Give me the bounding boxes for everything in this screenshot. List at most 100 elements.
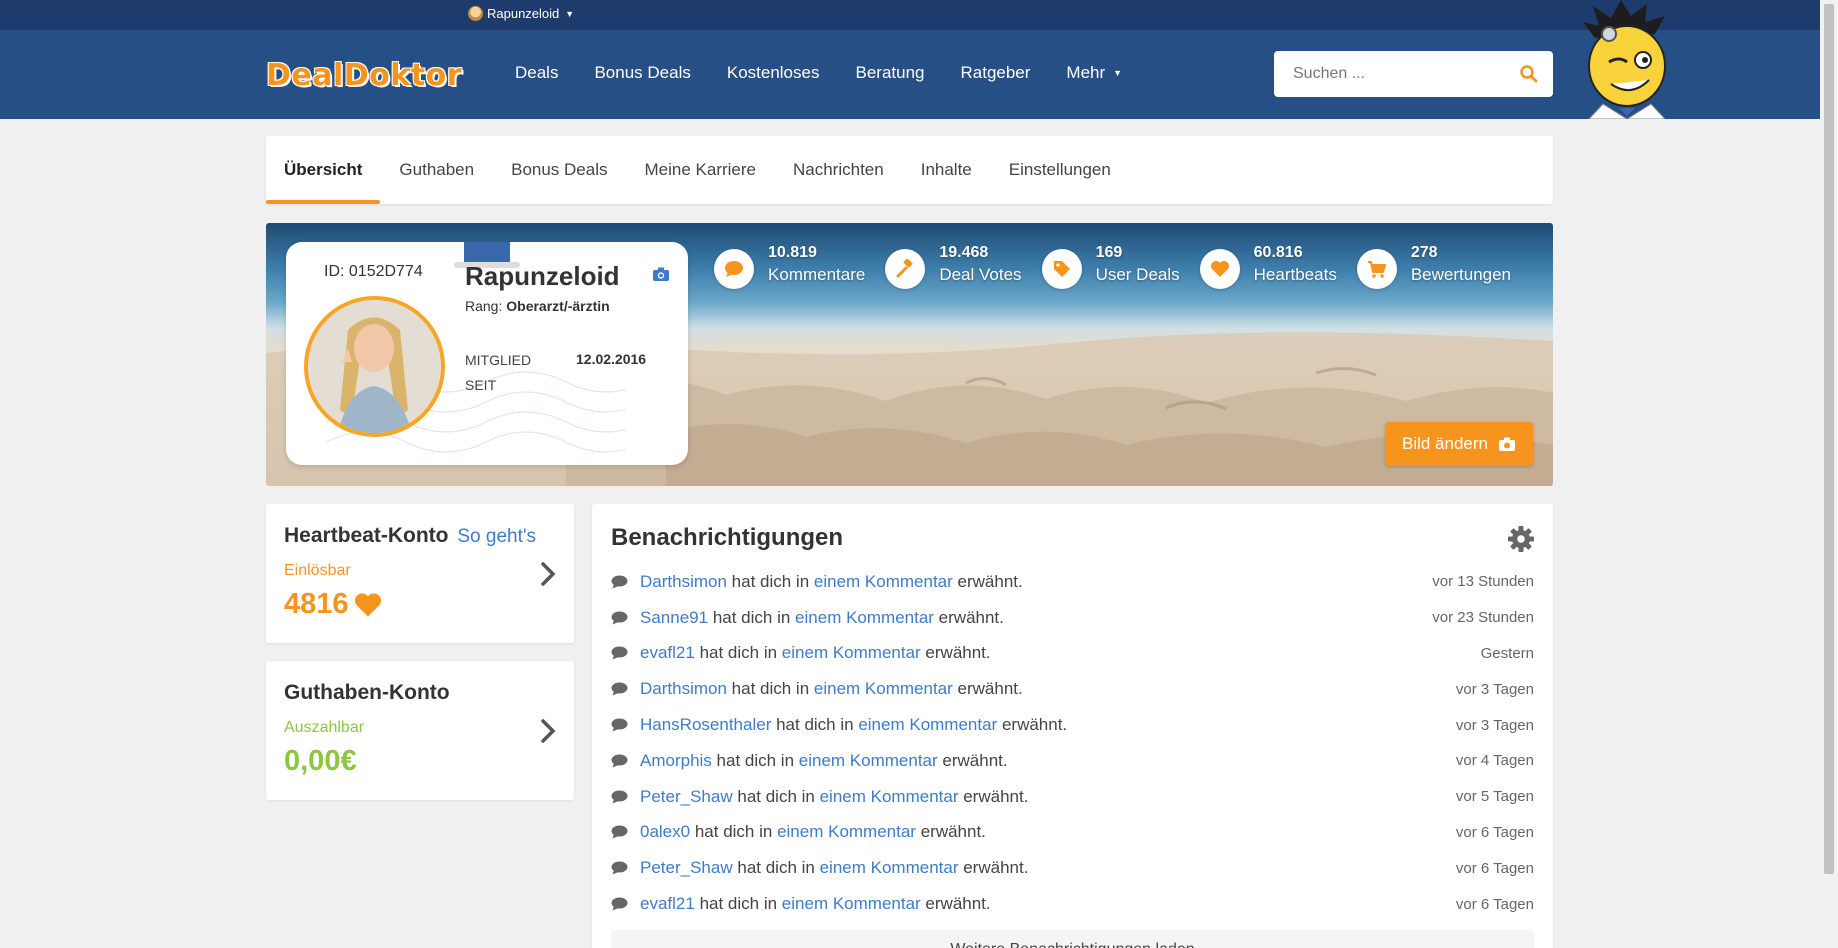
chevron-right-icon (541, 719, 556, 743)
notification-item: HansRosenthaler hat dich in einem Kommen… (611, 707, 1534, 743)
notification-user-link[interactable]: evafl21 (640, 894, 695, 914)
camera-icon[interactable] (652, 266, 670, 282)
credit-sub: Auszahlbar (284, 719, 365, 736)
notification-item: Darthsimon hat dich in einem Kommentar e… (611, 564, 1534, 600)
notification-user-link[interactable]: Darthsimon (640, 572, 727, 592)
nav-kostenloses[interactable]: Kostenloses (727, 63, 820, 83)
notification-text: hat dich in (699, 643, 778, 663)
heartbeat-account-card[interactable]: Heartbeat-Konto So geht's Einlösbar 4816 (266, 504, 574, 643)
tab-nachrichten[interactable]: Nachrichten (793, 136, 884, 204)
nav-bonus-deals[interactable]: Bonus Deals (594, 63, 690, 83)
rank-value: Oberarzt/-ärztin (506, 298, 610, 314)
notification-item: evafl21 hat dich in einem Kommentar erwä… (611, 886, 1534, 922)
notification-user-link[interactable]: Amorphis (640, 751, 712, 771)
notification-text: hat dich in (731, 679, 810, 699)
notification-end-text: erwähnt. (925, 643, 991, 663)
scrollbar-thumb[interactable] (1824, 4, 1834, 874)
search-icon[interactable] (1519, 64, 1539, 84)
tag-icon (1041, 249, 1082, 289)
stat-value: 278 (1410, 244, 1438, 261)
logo-text: DealDoktor (266, 57, 462, 93)
notification-end-text: erwähnt. (957, 679, 1023, 699)
credit-value: 0,00€ (284, 745, 357, 777)
stat-label: Heartbeats (1253, 265, 1337, 284)
stat-label: Bewertungen (1410, 265, 1512, 284)
user-menu[interactable]: Rapunzeloid ▼ (468, 6, 574, 21)
notification-user-link[interactable]: Peter_Shaw (640, 858, 733, 878)
notification-comment-link[interactable]: einem Kommentar (777, 822, 916, 842)
notifications-panel: Benachrichtigungen Darthsimon hat dich i… (592, 504, 1553, 948)
search-input[interactable] (1293, 65, 1513, 83)
notification-comment-link[interactable]: einem Kommentar (814, 572, 953, 592)
credit-account-card[interactable]: Guthaben-Konto Auszahlbar 0,00€ (266, 661, 574, 800)
notification-time: vor 6 Tagen (1455, 859, 1534, 877)
search-box (1274, 51, 1553, 97)
heartbeat-sub: Einlösbar (284, 562, 351, 579)
notification-time: Gestern (1480, 644, 1534, 662)
gear-icon[interactable] (1507, 525, 1535, 553)
notification-comment-link[interactable]: einem Kommentar (820, 787, 959, 807)
profile-rank: Rang: Oberarzt/-ärztin (465, 298, 610, 314)
tab-bonus-deals[interactable]: Bonus Deals (511, 136, 607, 204)
notification-time: vor 6 Tagen (1455, 895, 1534, 913)
comment-icon (611, 575, 628, 589)
nav-deals[interactable]: Deals (515, 63, 558, 83)
comment-icon (611, 718, 628, 732)
avatar (304, 296, 445, 437)
member-since-date: 12.02.2016 (576, 351, 647, 367)
profile-name: Rapunzeloid (465, 261, 620, 291)
member-since-label: MITGLIED SEIT (465, 352, 532, 393)
notification-user-link[interactable]: evafl21 (640, 643, 695, 663)
notification-time: vor 3 Tagen (1455, 716, 1534, 734)
heartbeat-help-link[interactable]: So geht's (457, 526, 536, 547)
nav-ratgeber[interactable]: Ratgeber (960, 63, 1030, 83)
notification-comment-link[interactable]: einem Kommentar (782, 894, 921, 914)
page-scrollbar[interactable] (1820, 0, 1838, 948)
tab-meine-karriere[interactable]: Meine Karriere (645, 136, 757, 204)
change-image-button[interactable]: Bild ändern (1385, 422, 1533, 466)
notification-user-link[interactable]: Darthsimon (640, 679, 727, 699)
notification-item: Peter_Shaw hat dich in einem Kommentar e… (611, 850, 1534, 886)
user-menu-name: Rapunzeloid (487, 6, 560, 21)
notification-user-link[interactable]: Peter_Shaw (640, 787, 733, 807)
notification-time: vor 13 Stunden (1432, 573, 1534, 591)
nav-mehr[interactable]: Mehr ▼ (1066, 63, 1122, 83)
caret-down-icon: ▼ (1113, 68, 1123, 78)
tab-uebersicht[interactable]: Übersicht (265, 136, 381, 204)
notification-end-text: erwähnt. (925, 894, 991, 914)
notification-user-link[interactable]: HansRosenthaler (640, 715, 771, 735)
notification-comment-link[interactable]: einem Kommentar (799, 751, 938, 771)
nav-beratung[interactable]: Beratung (855, 63, 924, 83)
comment-icon (611, 825, 628, 839)
notification-comment-link[interactable]: einem Kommentar (795, 608, 934, 628)
notification-comment-link[interactable]: einem Kommentar (820, 858, 959, 878)
notification-comment-link[interactable]: einem Kommentar (782, 643, 921, 663)
stat-bewertungen: 278 Bewertungen (1356, 243, 1512, 289)
tab-inhalte[interactable]: Inhalte (921, 136, 972, 204)
notification-item: evafl21 hat dich in einem Kommentar erwä… (611, 636, 1534, 672)
notification-comment-link[interactable]: einem Kommentar (814, 679, 953, 699)
heartbeat-title: Heartbeat-Konto So geht's (284, 524, 536, 548)
notification-end-text: erwähnt. (920, 822, 986, 842)
top-bar: Rapunzeloid ▼ (0, 0, 1820, 30)
notification-end-text: erwähnt. (938, 607, 1004, 627)
notification-item: Peter_Shaw hat dich in einem Kommentar e… (611, 779, 1534, 815)
tab-guthaben[interactable]: Guthaben (399, 136, 474, 204)
notification-text: hat dich in (737, 858, 815, 878)
notification-comment-link[interactable]: einem Kommentar (858, 715, 997, 735)
stat-value: 60.816 (1253, 244, 1303, 261)
comment-icon (611, 682, 628, 696)
notification-user-link[interactable]: 0alex0 (640, 822, 690, 842)
notification-text: hat dich in (776, 715, 854, 735)
credit-title: Guthaben-Konto (284, 681, 450, 704)
heartbeat-title-text: Heartbeat-Konto (284, 524, 449, 547)
notification-item: Amorphis hat dich in einem Kommentar erw… (611, 743, 1534, 779)
user-avatar-mini (468, 6, 483, 21)
stat-heartbeats: 60.816 Heartbeats (1199, 243, 1337, 289)
tab-einstellungen[interactable]: Einstellungen (1009, 136, 1111, 204)
load-more-button[interactable]: Weitere Benachrichtigungen laden (611, 930, 1534, 948)
notification-time: vor 3 Tagen (1455, 680, 1534, 698)
site-logo[interactable]: DealDoktor (266, 57, 462, 93)
notification-user-link[interactable]: Sanne91 (640, 608, 708, 628)
heartbeat-value: 4816 (284, 588, 349, 620)
